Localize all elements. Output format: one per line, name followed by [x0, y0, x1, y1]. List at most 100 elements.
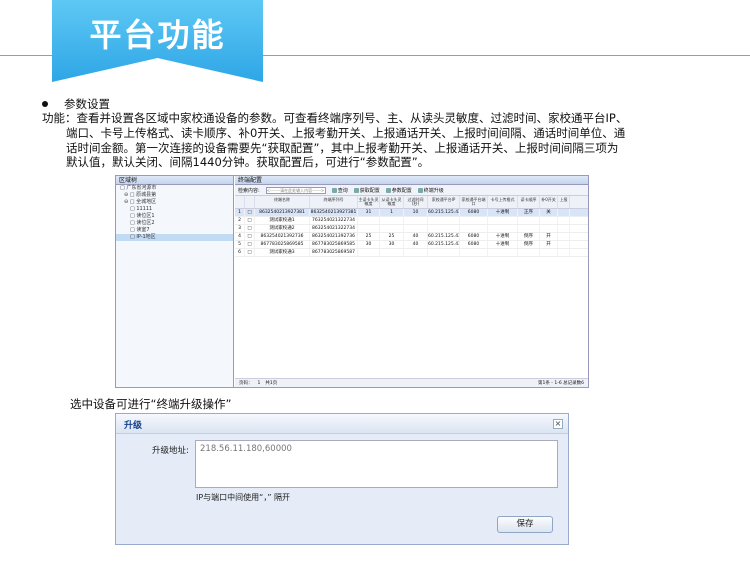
grid-body: 1 □ 8632540213927381 8632540213927381 31 1 10 6…: [235, 209, 588, 257]
tree-node[interactable]: □ 读室7: [116, 227, 233, 234]
column-header[interactable]: [235, 196, 245, 208]
tree-node[interactable]: □ 读位区2: [116, 220, 233, 227]
table-cell: [428, 217, 460, 224]
pager: 页码： 1 共1页 第1条 - 1-6 总记录数6: [235, 378, 588, 387]
tree-node[interactable]: ⊖ □ 全城地区: [116, 199, 233, 206]
body-line: 话时间金额。第一次连接的设备需要先“获取配置”，其中上报考勤开关、上报通话开关、…: [66, 140, 619, 155]
table-cell: 60.215.125.43: [428, 233, 460, 240]
upgrade-address-field[interactable]: 218.56.11.180,60000: [195, 440, 558, 488]
address-note: IP与端口中间使用“，” 隔开: [196, 493, 291, 502]
settings-icon: [385, 187, 391, 193]
column-header[interactable]: 过滤时间(秒): [404, 196, 428, 208]
column-header[interactable]: 从读卡头灵敏度: [380, 196, 404, 208]
table-cell: [540, 249, 558, 256]
dialog-title: 升级: [124, 421, 143, 431]
download-icon: [353, 187, 359, 193]
tree-node[interactable]: □ 11111: [116, 206, 233, 213]
tree-node[interactable]: □ 读位区1: [116, 213, 233, 220]
banner-title: 平台功能: [89, 16, 226, 54]
table-cell: [380, 249, 404, 256]
table-cell: 1: [235, 209, 245, 216]
table-cell: [460, 217, 488, 224]
column-header[interactable]: 家校通平台端口: [460, 196, 488, 208]
table-row[interactable]: 5 □ 867783025869585 867783025869585 30 30 40 60…: [235, 241, 588, 249]
search-icon: [331, 187, 337, 193]
table-cell: 倒序: [518, 233, 540, 240]
column-header[interactable]: 终端序列号: [310, 196, 358, 208]
get-config-button[interactable]: 获取配置: [353, 187, 380, 194]
table-cell: 6080: [460, 241, 488, 248]
table-cell[interactable]: □: [245, 241, 255, 248]
table-cell: 40: [404, 241, 428, 248]
tree-node[interactable]: □ 广东省河源市: [116, 185, 233, 192]
table-cell: [558, 233, 570, 240]
column-header[interactable]: 家校通平台IP: [428, 196, 460, 208]
table-cell: [540, 225, 558, 232]
section-title: 参数设置: [64, 97, 110, 111]
table-cell: 763254021322734: [310, 217, 358, 224]
table-row[interactable]: 4 □ 863254021392736 863254021392736 25 25 40 60…: [235, 233, 588, 241]
column-header[interactable]: 终端名称: [255, 196, 310, 208]
table-row[interactable]: 2 □ 测试家校通1 763254021322734: [235, 217, 588, 225]
table-cell: 测试家校通3: [255, 249, 310, 256]
table-cell: 10: [404, 209, 428, 216]
column-header[interactable]: 读卡顺序: [518, 196, 540, 208]
app-screenshot: 区域树 □ 广东省河源市 ⊖ □ 原城县第 ⊖ □ 全城地区 □ 11111 □ 读位区…: [115, 175, 589, 388]
table-cell: 1: [380, 209, 404, 216]
table-cell: [358, 249, 380, 256]
table-cell[interactable]: □: [245, 217, 255, 224]
upgrade-dialog: 升级 × 升级地址: 218.56.11.180,60000 IP与端口中间使用…: [115, 413, 569, 545]
column-header[interactable]: [245, 196, 255, 208]
table-cell[interactable]: □: [245, 209, 255, 216]
get-config-label: 获取配置: [359, 187, 380, 194]
table-cell: 60.215.125.43: [428, 209, 460, 216]
table-cell: [358, 217, 380, 224]
table-cell: 8632540213927381: [310, 209, 358, 216]
column-header[interactable]: 补0开关: [540, 196, 558, 208]
table-cell: [540, 217, 558, 224]
pager-page-label: 页码：: [239, 381, 253, 386]
table-cell: 40: [404, 233, 428, 240]
region-tree: 区域树 □ 广东省河源市 ⊖ □ 原城县第 ⊖ □ 全城地区 □ 11111 □ 读位区…: [116, 176, 234, 387]
table-cell: [558, 241, 570, 248]
save-button[interactable]: 保存: [497, 516, 553, 533]
close-icon[interactable]: ×: [553, 419, 563, 429]
param-config-button[interactable]: 参数配置: [385, 187, 412, 194]
grid-header: 终端名称 终端序列号 主读卡头灵敏度 从读卡头灵敏度 过滤时间(秒) 家校通平台IP 家校通…: [235, 196, 588, 209]
upgrade-button[interactable]: 终端升级: [417, 187, 444, 194]
toolbar: 检索内容: <-------请在此处输入内容------> 查询 获取配置 参数…: [235, 185, 588, 196]
table-cell: 十进制: [488, 233, 518, 240]
table-cell: [428, 225, 460, 232]
table-cell: 60.215.125.43: [428, 241, 460, 248]
table-cell: [404, 249, 428, 256]
column-header[interactable]: 上报: [558, 196, 570, 208]
table-cell: 5: [235, 241, 245, 248]
table-cell[interactable]: □: [245, 249, 255, 256]
tree-node[interactable]: □ IP-1地区: [116, 234, 233, 241]
table-cell: [358, 225, 380, 232]
table-cell: 测试家校通1: [255, 217, 310, 224]
table-cell: [518, 217, 540, 224]
search-input[interactable]: <-------请在此处输入内容------>: [265, 186, 326, 194]
table-row[interactable]: 3 □ 测试家校通2 863254021322734: [235, 225, 588, 233]
table-cell: 30: [358, 241, 380, 248]
caption: 选中设备可进行“终端升级操作”: [70, 397, 232, 411]
table-cell: 6080: [460, 209, 488, 216]
table-cell: [518, 225, 540, 232]
table-cell[interactable]: □: [245, 233, 255, 240]
column-header[interactable]: 主读卡头灵敏度: [358, 196, 380, 208]
address-label: 升级地址:: [152, 446, 189, 456]
table-row[interactable]: 6 □ 测试家校通3 867783025869587: [235, 249, 588, 257]
search-button[interactable]: 查询: [331, 187, 348, 194]
bullet-icon: [42, 101, 48, 107]
table-cell: 开: [540, 241, 558, 248]
table-cell: 3: [235, 225, 245, 232]
pager-page-input[interactable]: 1: [258, 379, 261, 387]
table-cell: 867783025869585: [310, 241, 358, 248]
table-row[interactable]: 1 □ 8632540213927381 8632540213927381 31 1 10 6…: [235, 209, 588, 217]
table-cell: [404, 225, 428, 232]
tree-node[interactable]: ⊖ □ 原城县第: [116, 192, 233, 199]
table-cell: [460, 249, 488, 256]
column-header[interactable]: 卡号上传格式: [488, 196, 518, 208]
table-cell[interactable]: □: [245, 225, 255, 232]
